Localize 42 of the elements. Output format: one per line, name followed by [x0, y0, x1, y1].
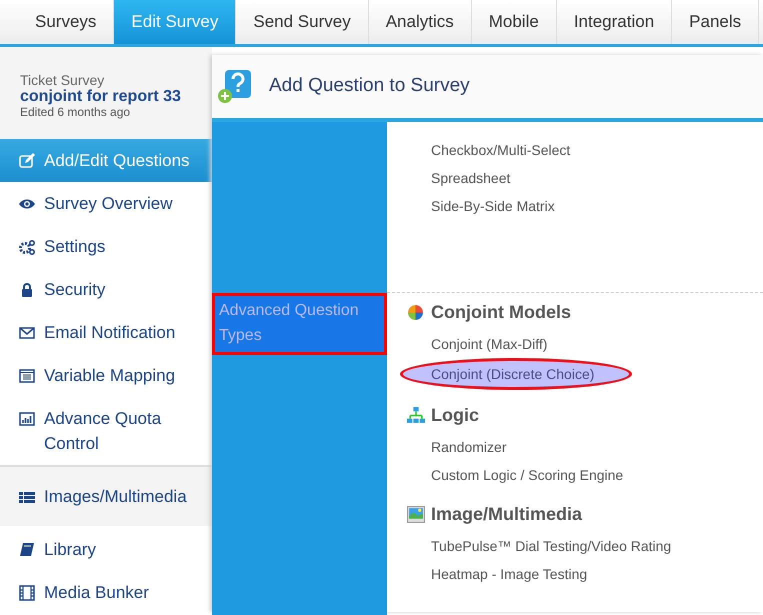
sidebar-item[interactable]: Settings	[0, 225, 212, 268]
sidebar-item[interactable]: Media Bunker	[0, 571, 212, 614]
group-title: Conjoint Models	[431, 301, 571, 324]
nav-tab[interactable]: Panels	[672, 0, 760, 44]
gears-icon	[18, 239, 36, 256]
group-title: Image/Multimedia	[431, 503, 582, 526]
hierarchy-icon	[407, 407, 425, 424]
envelope-icon	[18, 325, 36, 342]
nav-tab[interactable]: Analytics	[368, 0, 472, 44]
question-type-link[interactable]: Side-By-Side Matrix	[387, 192, 555, 220]
nav-tab[interactable]: Send Survey	[236, 0, 369, 44]
question-type-link[interactable]: TubePulse™ Dial Testing/Video Rating	[387, 532, 672, 560]
sidebar-item[interactable]: Variable Mapping	[0, 354, 212, 398]
film-icon	[18, 585, 36, 602]
sidebar-item[interactable]: Advance Quota Control	[0, 397, 212, 466]
panel-title: Add Question to Survey	[269, 74, 470, 98]
survey-name: conjoint for report 33	[20, 88, 182, 106]
group-title: Logic	[431, 404, 479, 427]
question-type-link[interactable]: Heatmap - Image Testing	[387, 560, 588, 588]
question-type-link[interactable]: Checkbox/Multi-Select	[387, 136, 570, 164]
sidebar-item[interactable]: Library	[0, 528, 212, 572]
add-question-icon	[217, 70, 251, 104]
sidebar-item[interactable]: Email Notification	[0, 311, 212, 354]
list-icon	[18, 489, 36, 506]
bar-chart-icon	[18, 411, 36, 428]
sidebar-item[interactable]: Security	[0, 268, 212, 312]
pie-chart-icon	[407, 304, 425, 321]
edit-icon	[18, 153, 36, 170]
question-type-link[interactable]: Custom Logic / Scoring Engine	[387, 461, 624, 489]
book-icon	[18, 542, 36, 558]
image-icon	[407, 506, 425, 523]
question-type-link[interactable]: Conjoint (Max-Diff)	[387, 330, 548, 358]
question-type-link[interactable]: Conjoint (Discrete Choice)	[400, 358, 632, 390]
sidebar-item[interactable]: Survey Overview	[0, 182, 212, 226]
nav-tab[interactable]: Integration	[556, 0, 672, 44]
nav-tab[interactable]: Mobile	[472, 0, 557, 44]
list-window-icon	[18, 368, 36, 384]
question-type-link[interactable]: Spreadsheet	[387, 164, 510, 192]
survey-type: Ticket Survey	[20, 73, 106, 88]
sidebar-item[interactable]: Images/Multimedia	[0, 465, 212, 528]
edited-time: Edited 6 months ago	[20, 106, 132, 120]
question-type-link[interactable]: Randomizer	[387, 433, 506, 461]
